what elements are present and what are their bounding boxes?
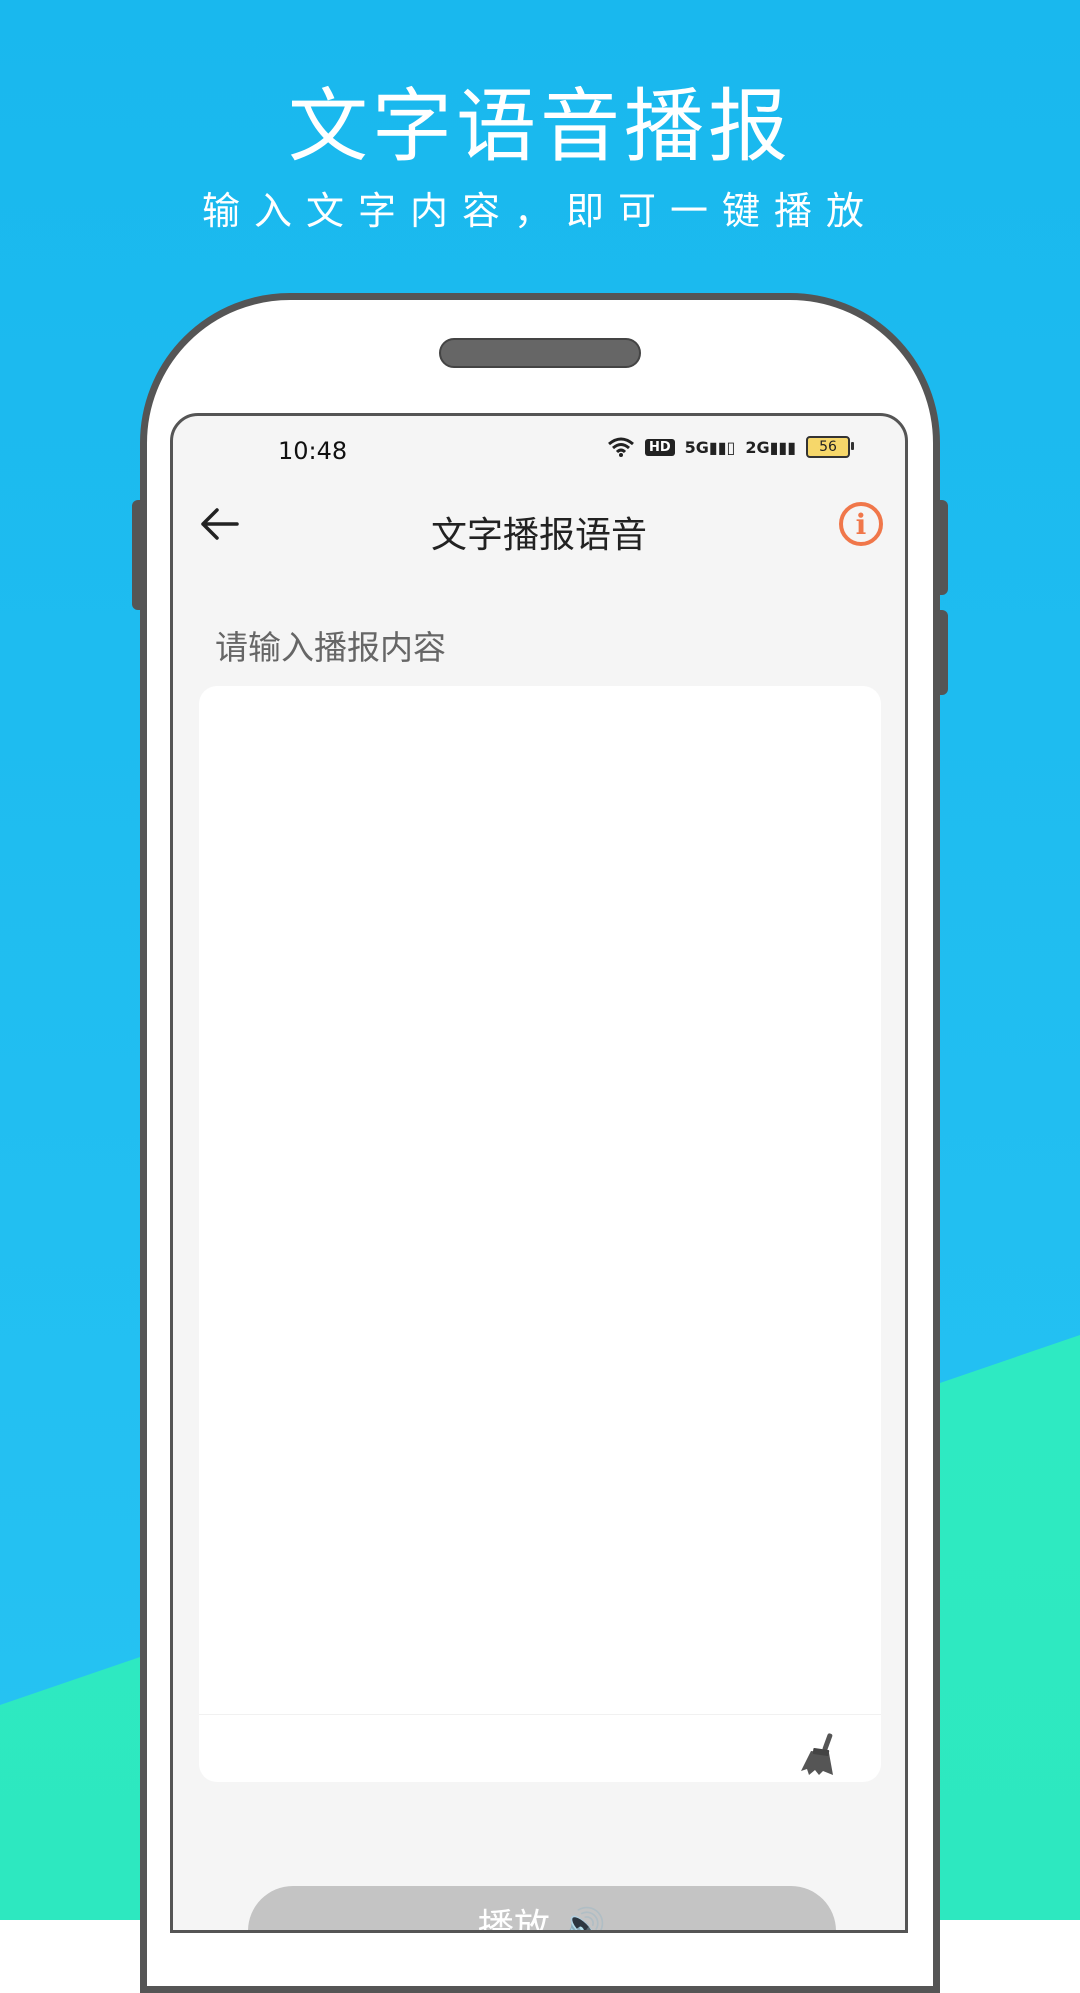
signal-5g-icon: 5G▮▮▯: [684, 437, 736, 457]
broom-icon[interactable]: [799, 1731, 839, 1777]
info-circle-icon[interactable]: i: [839, 502, 883, 546]
broadcast-text-input[interactable]: [199, 686, 881, 1716]
status-icons: HD 5G▮▮▯ 2G▮▮▮ 56: [607, 436, 854, 458]
promo-subtitle: 输入文字内容，即可一键播放: [201, 189, 878, 233]
phone-speaker: [439, 338, 641, 368]
battery-icon: 56: [806, 436, 854, 458]
hd-voice-icon: HD: [644, 438, 675, 456]
text-input-card: [199, 686, 881, 1782]
wifi-icon: [607, 437, 634, 457]
phone-side-button-left: [132, 500, 146, 610]
phone-side-button-right-1: [934, 500, 948, 595]
phone-side-button-right-2: [934, 610, 948, 695]
divider: [199, 1714, 881, 1715]
page-title: 文字播报语音: [430, 515, 647, 556]
play-button[interactable]: 播放 🔊: [248, 1886, 836, 1930]
input-label: 请输入播报内容: [215, 628, 446, 667]
status-time: 10:48: [278, 437, 348, 465]
app-screen: 10:48 HD 5G▮▮▯ 2G▮▮▮ 56 文字播报语音 i 请输入播报内容…: [170, 413, 908, 1933]
promo-title: 文字语音播报: [288, 80, 792, 173]
signal-2g-icon: 2G▮▮▮: [745, 437, 796, 457]
